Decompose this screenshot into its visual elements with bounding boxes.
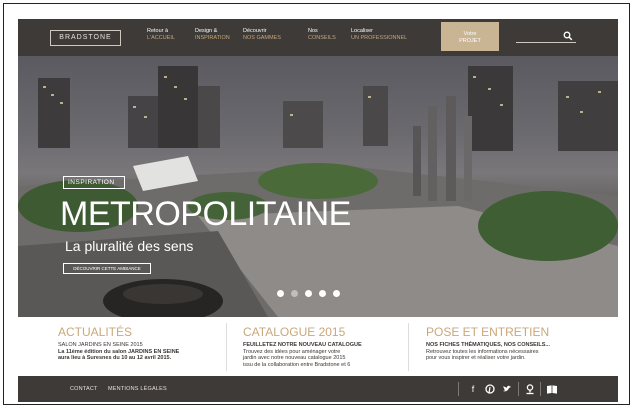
slider-dot[interactable] [319,290,326,297]
project-button-label: Votre [463,31,477,37]
nav-item-label: Design & [195,28,218,34]
column-line: pour vous inspirer et réaliser votre jar… [426,355,526,361]
nav-item-sublabel: UN PROFESSIONNEL [351,35,408,41]
nav-item-sublabel: CONSEILS [308,35,336,41]
column-title: POSE ET ENTRETIEN [426,325,550,339]
hero-title: METROPOLITAINE [60,195,351,233]
nav-item-ranges[interactable]: Découvrir NOS GAMMES [243,28,281,42]
slider-dot[interactable] [305,290,312,297]
nav-item-home[interactable]: Retour à L'ACCUEIL [147,28,175,42]
logo[interactable]: BRADSTONE [50,30,121,46]
twitter-icon[interactable] [501,383,513,395]
site-footer: CONTACT MENTIONS LÉGALES f [18,376,618,402]
catalogue-column[interactable]: CATALOGUE 2015 FEUILLETEZ NOTRE NOUVEAU … [243,325,413,368]
nav-item-sublabel: INSPIRATION [195,35,230,41]
hero-subtitle: La pluralité des sens [65,238,194,254]
search-icon[interactable] [563,31,573,41]
nav-item-sublabel: NOS GAMMES [243,35,281,41]
discover-ambiance-button[interactable]: DÉCOUVRIR CETTE AMBIANCE [63,263,151,274]
column-line: issu de la collaboration entre Bradstone… [243,361,351,368]
facebook-icon[interactable]: f [467,383,479,395]
slider-dot[interactable] [277,290,284,297]
locator-icon[interactable] [524,383,536,395]
content-columns: ACTUALITÉS SALON JARDINS EN SEINE 2015 L… [18,317,618,374]
project-button[interactable]: Votre PROJET [441,22,499,51]
pinterest-icon[interactable] [484,383,496,395]
slider-dot[interactable] [333,290,340,297]
project-button-sublabel: PROJET [459,38,481,44]
column-line: aura lieu à Suresnes du 10 au 12 avril 2… [58,355,172,361]
nav-item-advice[interactable]: Nos CONSEILS [308,28,336,42]
nav-item-sublabel: L'ACCUEIL [147,35,175,41]
column-divider [408,323,409,371]
column-divider [226,323,227,371]
nav-item-label: Localiser [351,28,374,34]
column-title: CATALOGUE 2015 [243,325,346,339]
footer-separator [458,382,459,396]
nav-item-label: Découvrir [243,28,267,34]
hero-tag: INSPIRATION [63,176,125,189]
nav-item-locator[interactable]: Localiser UN PROFESSIONNEL [351,28,407,42]
nav-item-label: Nos [308,28,318,34]
catalogue-icon[interactable] [546,383,558,395]
footer-link-legal[interactable]: MENTIONS LÉGALES [108,386,167,392]
search-input[interactable] [516,42,576,43]
nav-item-label: Retour à [147,28,169,34]
footer-link-contact[interactable]: CONTACT [70,386,98,392]
nav-item-design[interactable]: Design & INSPIRATION [195,28,230,42]
column-title: ACTUALITÉS [58,325,133,339]
bradstone-homepage: BRADSTONE Retour à L'ACCUEIL Design & IN… [18,19,618,402]
news-column[interactable]: ACTUALITÉS SALON JARDINS EN SEINE 2015 L… [58,325,228,362]
installation-column[interactable]: POSE ET ENTRETIEN NOS FICHES THÉMATIQUES… [426,325,596,362]
slider-dot[interactable] [291,290,298,297]
hero-slider: INSPIRATION METROPOLITAINE La pluralité … [18,56,618,317]
site-header: BRADSTONE Retour à L'ACCUEIL Design & IN… [18,19,618,56]
footer-separator [518,382,519,396]
footer-separator [540,382,541,396]
